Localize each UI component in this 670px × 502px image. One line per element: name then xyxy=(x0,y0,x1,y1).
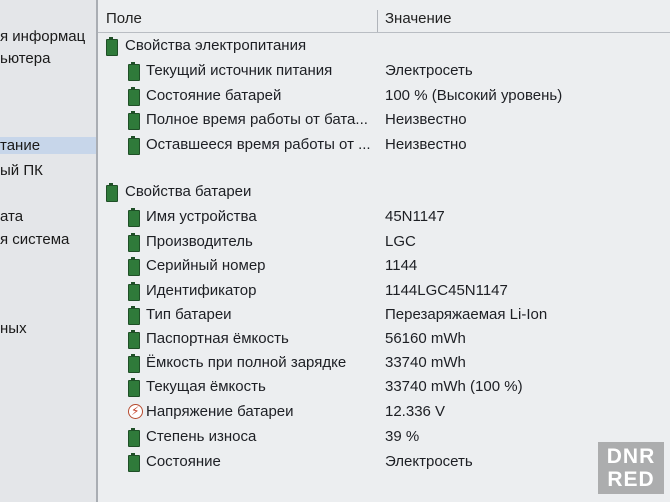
sidebar-item-data[interactable]: ных xyxy=(0,320,27,337)
column-header-value[interactable]: Значение xyxy=(385,10,452,27)
column-divider[interactable] xyxy=(377,10,378,32)
sidebar-item-label: ата xyxy=(0,208,24,225)
table-header: Поле Значение xyxy=(98,6,670,33)
sidebar-item-board[interactable]: ата xyxy=(0,208,23,225)
battery-icon xyxy=(128,428,140,447)
table-row[interactable]: Серийный номер 1144 xyxy=(98,254,670,278)
sidebar-item-label: я система xyxy=(0,231,70,248)
group-title: Свойства электропитания xyxy=(125,37,307,54)
table-row[interactable]: Текущая ёмкость 33740 mWh (100 %) xyxy=(98,375,670,399)
row-name: Полное время работы от бата... xyxy=(146,111,368,128)
watermark-logo: DNR RED xyxy=(598,442,664,494)
table-row[interactable]: Полное время работы от бата... Неизвестн… xyxy=(98,108,670,132)
row-name: Паспортная ёмкость xyxy=(146,330,289,347)
row-value: 1144LGC45N1147 xyxy=(385,282,508,299)
sidebar-item-power[interactable]: тание xyxy=(0,137,96,154)
row-name: Имя устройства xyxy=(146,208,257,225)
table-row[interactable]: Идентификатор 1144LGC45N1147 xyxy=(98,279,670,303)
battery-icon xyxy=(128,330,140,349)
row-value: 1144 xyxy=(385,257,418,274)
table-row[interactable]: Ёмкость при полной зарядке 33740 mWh xyxy=(98,351,670,375)
sidebar-item-operating-system[interactable]: я система xyxy=(0,231,69,248)
battery-icon xyxy=(128,354,140,373)
table-row[interactable]: Производитель LGC xyxy=(98,230,670,254)
sidebar-item-portable-pc[interactable]: ый ПК xyxy=(0,162,43,179)
sidebar-item-computer[interactable]: ьютера xyxy=(0,50,50,67)
row-name: Состояние батарей xyxy=(146,87,282,104)
watermark-line: RED xyxy=(607,468,655,491)
battery-icon xyxy=(128,378,140,397)
row-name: Идентификатор xyxy=(146,282,257,299)
battery-icon xyxy=(128,208,140,227)
table-row[interactable]: Оставшееся время работы от ... Неизвестн… xyxy=(98,133,670,157)
row-value: Неизвестно xyxy=(385,111,467,128)
row-value: 12.336 V xyxy=(385,403,446,420)
battery-icon xyxy=(128,111,140,130)
watermark-line: DNR xyxy=(606,445,656,468)
column-header-field[interactable]: Поле xyxy=(106,10,142,27)
sidebar-item-label: ных xyxy=(0,320,27,337)
table-row[interactable]: Состояние батарей 100 % (Высокий уровень… xyxy=(98,84,670,108)
row-name: Тип батареи xyxy=(146,306,232,323)
row-value: Электросеть xyxy=(385,453,473,470)
table-row[interactable]: Паспортная ёмкость 56160 mWh xyxy=(98,327,670,351)
sidebar-item-label: я информац xyxy=(0,28,86,45)
row-value: LGC xyxy=(385,233,416,250)
battery-icon xyxy=(106,37,118,56)
sidebar: я информац ьютера тание ый ПК ата я сист… xyxy=(0,0,96,502)
battery-icon xyxy=(128,282,140,301)
battery-icon xyxy=(128,136,140,155)
row-value: 33740 mWh xyxy=(385,354,466,371)
table-row[interactable]: ⚡ Напряжение батареи 12.336 V xyxy=(98,400,670,424)
battery-icon xyxy=(128,62,140,81)
sidebar-item-label: ьютера xyxy=(0,50,51,67)
row-value: 56160 mWh xyxy=(385,330,466,347)
group-title: Свойства батареи xyxy=(125,183,252,200)
row-name: Производитель xyxy=(146,233,253,250)
battery-icon xyxy=(128,233,140,252)
row-value: Электросеть xyxy=(385,62,473,79)
table-row[interactable]: Состояние Электросеть xyxy=(98,450,670,474)
row-value: 39 % xyxy=(385,428,420,445)
row-value: 100 % (Высокий уровень) xyxy=(385,87,563,104)
sidebar-item-label: ый ПК xyxy=(0,162,43,179)
row-name: Степень износа xyxy=(146,428,257,445)
row-value: 45N1147 xyxy=(385,208,445,225)
sidebar-item-label: тание xyxy=(0,137,41,154)
sidebar-item-system-info[interactable]: я информац xyxy=(0,28,85,45)
voltage-bolt-icon: ⚡ xyxy=(128,404,143,419)
group-row-battery-properties[interactable]: Свойства батареи xyxy=(98,180,670,204)
row-value: Перезаряжаемая Li-Ion xyxy=(385,306,548,323)
properties-table: Поле Значение Свойства электропитания Те… xyxy=(98,0,670,502)
row-name: Текущий источник питания xyxy=(146,62,333,79)
battery-icon xyxy=(128,87,140,106)
battery-icon xyxy=(128,453,140,472)
row-value: 33740 mWh (100 %) xyxy=(385,378,523,395)
row-name: Оставшееся время работы от ... xyxy=(146,136,371,153)
row-name: Текущая ёмкость xyxy=(146,378,266,395)
group-row-power-properties[interactable]: Свойства электропитания xyxy=(98,34,670,58)
row-name: Напряжение батареи xyxy=(146,403,294,420)
battery-icon xyxy=(128,306,140,325)
row-value: Неизвестно xyxy=(385,136,467,153)
battery-icon xyxy=(128,257,140,276)
row-name: Состояние xyxy=(146,453,221,470)
row-name: Ёмкость при полной зарядке xyxy=(146,354,347,371)
battery-icon xyxy=(106,183,118,202)
table-row[interactable]: Имя устройства 45N1147 xyxy=(98,205,670,229)
table-row[interactable]: Тип батареи Перезаряжаемая Li-Ion xyxy=(98,303,670,327)
table-row[interactable]: Текущий источник питания Электросеть xyxy=(98,59,670,83)
table-row[interactable]: Степень износа 39 % xyxy=(98,425,670,449)
row-name: Серийный номер xyxy=(146,257,266,274)
